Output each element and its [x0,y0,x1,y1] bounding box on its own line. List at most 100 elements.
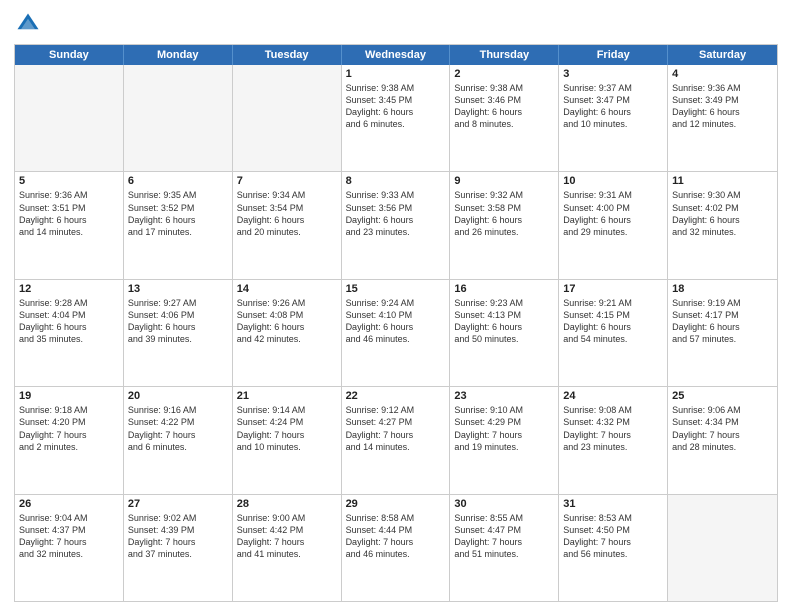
calendar-week-2: 12 Sunrise: 9:28 AM Sunset: 4:04 PM Dayli… [15,279,777,386]
cell-text: Sunrise: 9:04 AM Sunset: 4:37 PM Dayligh… [19,512,119,561]
calendar-cell: 16Sunrise: 9:23 AM Sunset: 4:13 PM Dayli… [450,280,559,386]
day-number: 8 [346,175,446,187]
cell-text: Sunrise: 9:18 AM Sunset: 4:20 PM Dayligh… [19,404,119,453]
calendar-week-1: 5 Sunrise: 9:36 AM Sunset: 3:51 PM Daylig… [15,171,777,278]
page: SundayMondayTuesdayWednesdayThursdayFrid… [0,0,792,612]
calendar-cell: 27 Sunrise: 9:02 AM Sunset: 4:39 PM Dayli… [124,495,233,601]
calendar-cell: 3 Sunrise: 9:37 AM Sunset: 3:47 PM Daylig… [559,65,668,171]
day-number: 12 [19,283,119,295]
calendar-cell: 18 Sunrise: 9:19 AM Sunset: 4:17 PM Dayli… [668,280,777,386]
day-number: 11 [672,175,773,187]
calendar-cell: 28 Sunrise: 9:00 AM Sunset: 4:42 PM Dayli… [233,495,342,601]
day-number: 2 [454,68,554,80]
cell-text: Sunrise: 9:37 AM Sunset: 3:47 PM Dayligh… [563,82,663,131]
day-number: 17 [563,283,663,295]
calendar-cell [668,495,777,601]
cell-text: Sunrise: 9:36 AM Sunset: 3:51 PM Dayligh… [19,189,119,238]
day-number: 14 [237,283,337,295]
calendar-cell: 14 Sunrise: 9:26 AM Sunset: 4:08 PM Dayli… [233,280,342,386]
calendar-week-4: 26 Sunrise: 9:04 AM Sunset: 4:37 PM Dayli… [15,494,777,601]
calendar-week-3: 19 Sunrise: 9:18 AM Sunset: 4:20 PM Dayli… [15,386,777,493]
calendar-cell: 2 Sunrise: 9:38 AM Sunset: 3:46 PM Daylig… [450,65,559,171]
calendar-header-wednesday: Wednesday [342,45,451,65]
calendar-cell: 5 Sunrise: 9:36 AM Sunset: 3:51 PM Daylig… [15,172,124,278]
calendar-cell: 20 Sunrise: 9:16 AM Sunset: 4:22 PM Dayli… [124,387,233,493]
calendar-cell: 21 Sunrise: 9:14 AM Sunset: 4:24 PM Dayli… [233,387,342,493]
day-number: 4 [672,68,773,80]
cell-text: Sunrise: 9:21 AM Sunset: 4:15 PM Dayligh… [563,297,663,346]
day-number: 9 [454,175,554,187]
calendar-cell [15,65,124,171]
cell-text: Sunrise: 9:38 AM Sunset: 3:46 PM Dayligh… [454,82,554,131]
day-number: 5 [19,175,119,187]
calendar-cell: 4 Sunrise: 9:36 AM Sunset: 3:49 PM Daylig… [668,65,777,171]
cell-text: Sunrise: 9:31 AM Sunset: 4:00 PM Dayligh… [563,189,663,238]
logo [14,10,46,38]
calendar-header-saturday: Saturday [668,45,777,65]
cell-text: Sunrise: 9:35 AM Sunset: 3:52 PM Dayligh… [128,189,228,238]
cell-text: Sunrise: 9:12 AM Sunset: 4:27 PM Dayligh… [346,404,446,453]
cell-text: Sunrise: 9:02 AM Sunset: 4:39 PM Dayligh… [128,512,228,561]
cell-text: Sunrise: 9:24 AM Sunset: 4:10 PM Dayligh… [346,297,446,346]
day-number: 30 [454,498,554,510]
logo-icon [14,10,42,38]
cell-text: Sunrise: 9:28 AM Sunset: 4:04 PM Dayligh… [19,297,119,346]
cell-text: Sunrise: 9:23 AM Sunset: 4:13 PM Dayligh… [454,297,554,346]
calendar-cell [233,65,342,171]
day-number: 6 [128,175,228,187]
header [14,10,778,38]
cell-text: Sunrise: 9:27 AM Sunset: 4:06 PM Dayligh… [128,297,228,346]
calendar-header-thursday: Thursday [450,45,559,65]
cell-text: Sunrise: 9:34 AM Sunset: 3:54 PM Dayligh… [237,189,337,238]
cell-text: Sunrise: 9:14 AM Sunset: 4:24 PM Dayligh… [237,404,337,453]
day-number: 24 [563,390,663,402]
day-number: 23 [454,390,554,402]
calendar-cell: 19 Sunrise: 9:18 AM Sunset: 4:20 PM Dayli… [15,387,124,493]
day-number: 19 [19,390,119,402]
cell-text: Sunrise: 8:58 AM Sunset: 4:44 PM Dayligh… [346,512,446,561]
cell-text: Sunrise: 8:55 AM Sunset: 4:47 PM Dayligh… [454,512,554,561]
calendar-cell: 29 Sunrise: 8:58 AM Sunset: 4:44 PM Dayli… [342,495,451,601]
calendar-body: 1Sunrise: 9:38 AM Sunset: 3:45 PM Daylig… [15,65,777,601]
day-number: 21 [237,390,337,402]
cell-text: Sunrise: 9:00 AM Sunset: 4:42 PM Dayligh… [237,512,337,561]
calendar-cell [124,65,233,171]
calendar-cell: 12 Sunrise: 9:28 AM Sunset: 4:04 PM Dayli… [15,280,124,386]
calendar-header-sunday: Sunday [15,45,124,65]
day-number: 1 [346,68,446,80]
cell-text: Sunrise: 9:26 AM Sunset: 4:08 PM Dayligh… [237,297,337,346]
cell-text: Sunrise: 8:53 AM Sunset: 4:50 PM Dayligh… [563,512,663,561]
day-number: 29 [346,498,446,510]
calendar-cell: 17 Sunrise: 9:21 AM Sunset: 4:15 PM Dayli… [559,280,668,386]
day-number: 28 [237,498,337,510]
calendar-cell: 7 Sunrise: 9:34 AM Sunset: 3:54 PM Daylig… [233,172,342,278]
day-number: 15 [346,283,446,295]
day-number: 31 [563,498,663,510]
day-number: 18 [672,283,773,295]
day-number: 26 [19,498,119,510]
day-number: 7 [237,175,337,187]
calendar-header-friday: Friday [559,45,668,65]
calendar-cell: 8 Sunrise: 9:33 AM Sunset: 3:56 PM Daylig… [342,172,451,278]
cell-text: Sunrise: 9:32 AM Sunset: 3:58 PM Dayligh… [454,189,554,238]
calendar-cell: 13Sunrise: 9:27 AM Sunset: 4:06 PM Dayli… [124,280,233,386]
day-number: 3 [563,68,663,80]
day-number: 20 [128,390,228,402]
calendar-cell: 15 Sunrise: 9:24 AM Sunset: 4:10 PM Dayli… [342,280,451,386]
calendar-week-0: 1Sunrise: 9:38 AM Sunset: 3:45 PM Daylig… [15,65,777,171]
calendar-cell: 31 Sunrise: 8:53 AM Sunset: 4:50 PM Dayli… [559,495,668,601]
day-number: 27 [128,498,228,510]
calendar-cell: 24Sunrise: 9:08 AM Sunset: 4:32 PM Dayli… [559,387,668,493]
cell-text: Sunrise: 9:36 AM Sunset: 3:49 PM Dayligh… [672,82,773,131]
day-number: 25 [672,390,773,402]
day-number: 22 [346,390,446,402]
calendar-header: SundayMondayTuesdayWednesdayThursdayFrid… [15,45,777,65]
calendar-header-tuesday: Tuesday [233,45,342,65]
cell-text: Sunrise: 9:33 AM Sunset: 3:56 PM Dayligh… [346,189,446,238]
cell-text: Sunrise: 9:16 AM Sunset: 4:22 PM Dayligh… [128,404,228,453]
day-number: 10 [563,175,663,187]
cell-text: Sunrise: 9:19 AM Sunset: 4:17 PM Dayligh… [672,297,773,346]
calendar-cell: 11 Sunrise: 9:30 AM Sunset: 4:02 PM Dayli… [668,172,777,278]
calendar-cell: 9 Sunrise: 9:32 AM Sunset: 3:58 PM Daylig… [450,172,559,278]
cell-text: Sunrise: 9:30 AM Sunset: 4:02 PM Dayligh… [672,189,773,238]
